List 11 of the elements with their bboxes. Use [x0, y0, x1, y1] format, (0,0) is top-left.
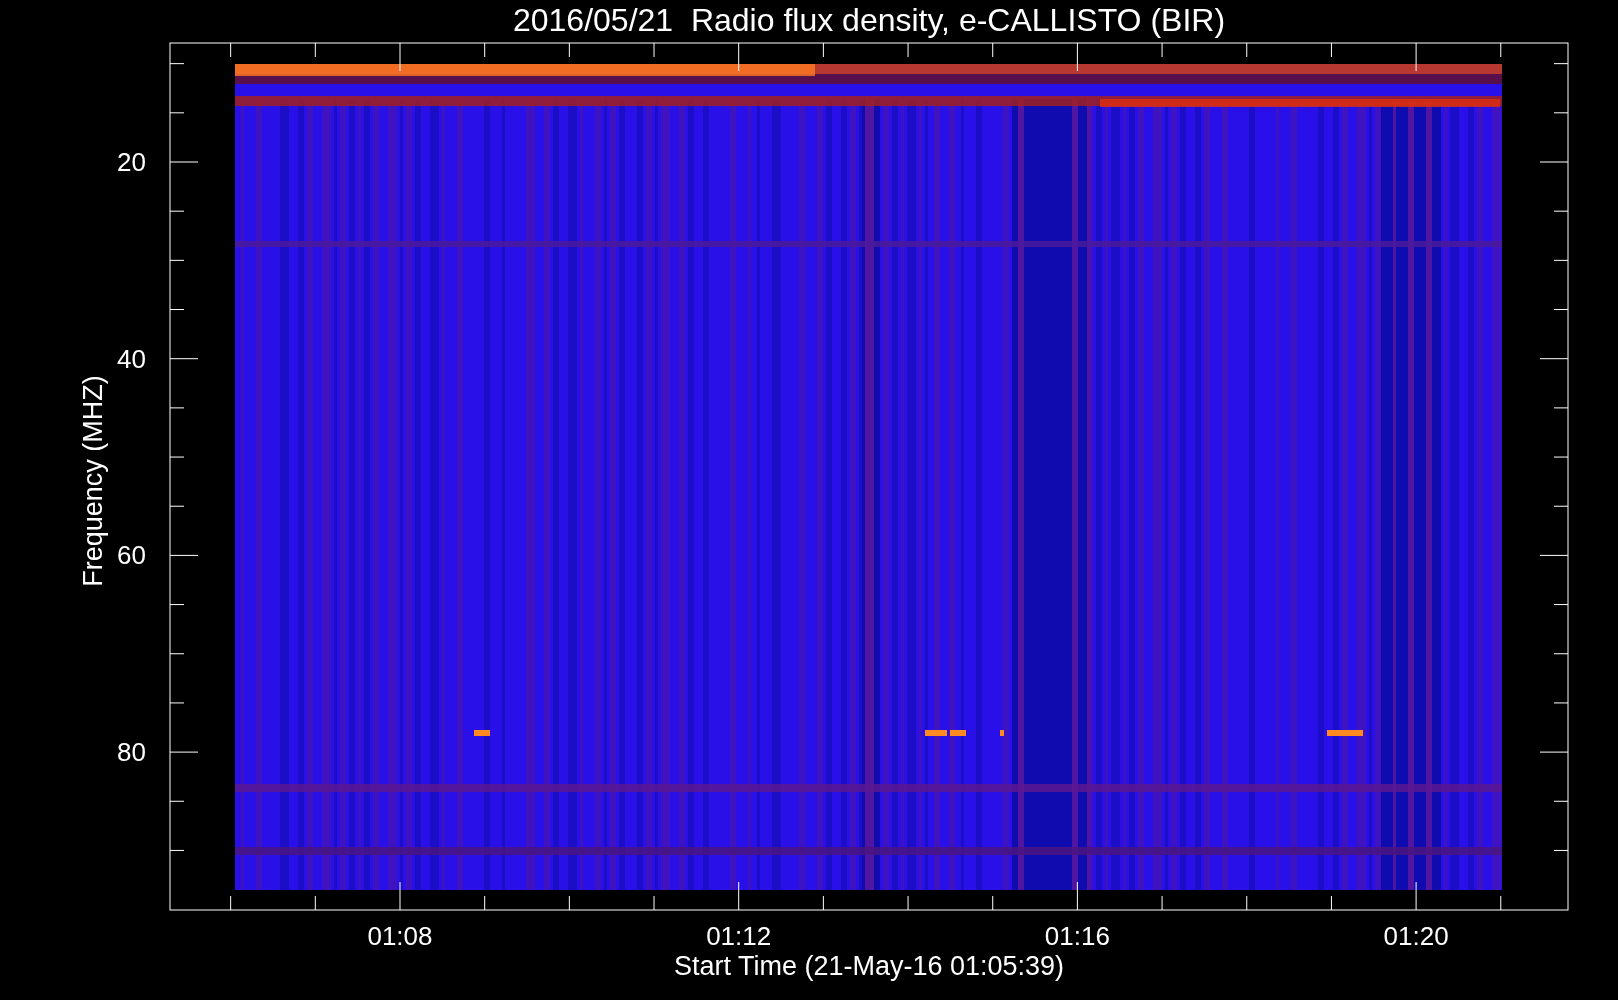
x-tick-label: 01:12: [706, 921, 772, 951]
y-tick-label: 60: [117, 540, 146, 571]
x-tick-label: 01:16: [1044, 921, 1110, 951]
x-tick-label: 01:20: [1383, 921, 1449, 951]
x-tick-label: 01:08: [367, 921, 433, 951]
y-tick-label: 80: [117, 737, 146, 768]
y-tick-label: 20: [117, 147, 146, 177]
y-axis-label: Frequency (MHZ): [78, 375, 108, 587]
y-tick-label: 40: [117, 343, 146, 374]
chart-title: 2016/05/21 Radio flux density, e-CALLISTO (BIR): [512, 2, 1226, 38]
x-axis-label: Start Time (21-May-16 01:05:39): [673, 951, 1065, 981]
